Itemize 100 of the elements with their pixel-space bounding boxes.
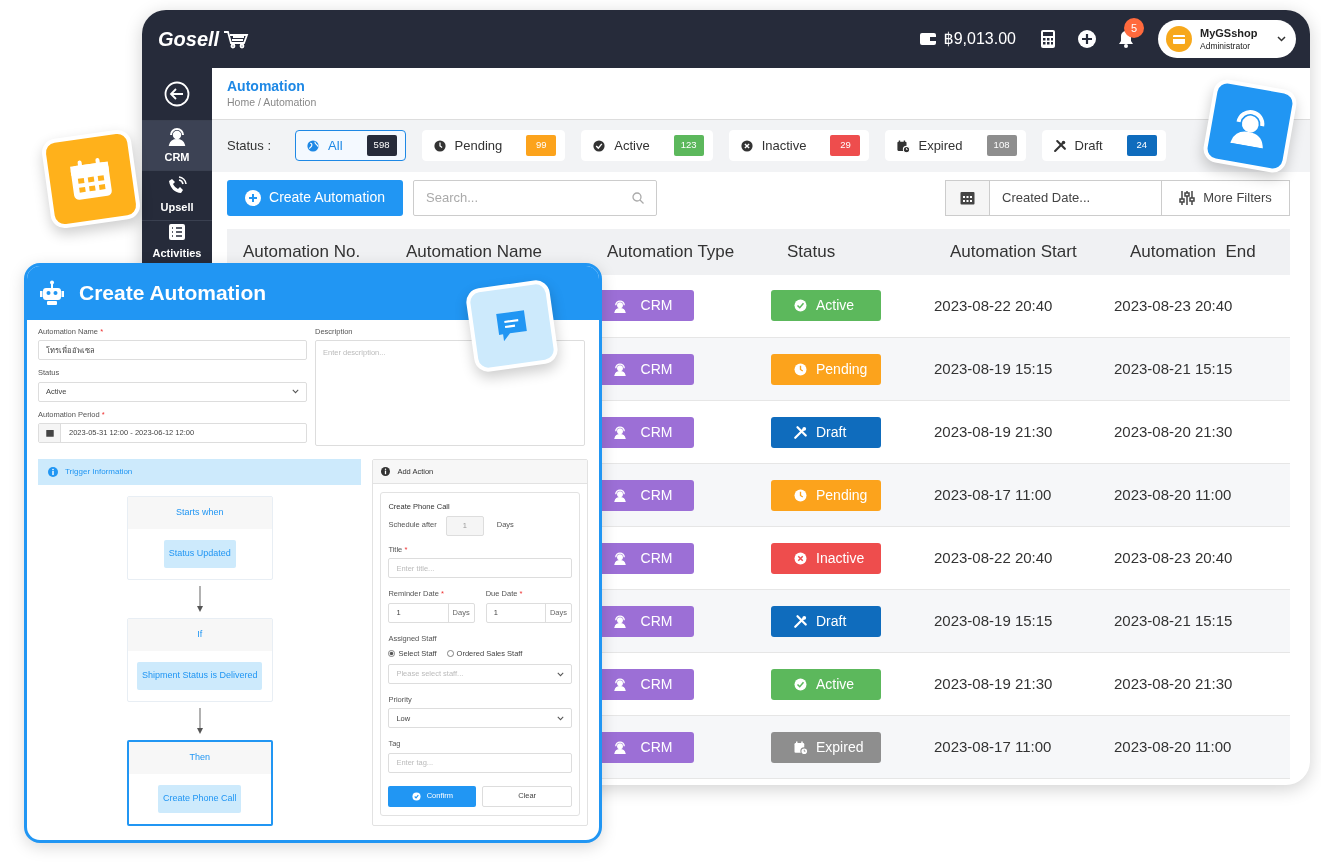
chevron-down-icon [557, 715, 564, 721]
down-arrow-icon [196, 585, 203, 612]
search-icon [632, 191, 644, 204]
status-filter-tab[interactable]: All 598 [295, 130, 406, 162]
status-badge: Expired [771, 731, 881, 763]
sliders-icon [1179, 189, 1196, 206]
table-cell: 2023-08-21 15:15 [1114, 359, 1233, 377]
more-filters-button[interactable]: More Filters [1162, 179, 1290, 216]
status-badge: Draft [771, 605, 881, 637]
table-cell: 2023-08-22 20:40 [934, 296, 1053, 314]
headset-icon [612, 425, 627, 440]
clock-icon [432, 138, 447, 153]
headset-icon [612, 362, 627, 377]
status-badge: Pending [771, 353, 881, 385]
table-cell: 2023-08-20 11:00 [1114, 737, 1232, 755]
user-role: Administrator [1200, 40, 1252, 51]
chevron-down-icon [1277, 36, 1286, 42]
robot-icon [39, 280, 65, 306]
status-badge: Inactive [771, 542, 881, 574]
status-badge: Active [771, 290, 881, 322]
check-circle-icon [793, 298, 808, 314]
table-cell: 2023-08-20 21:30 [1114, 674, 1233, 692]
column-header: Automation End [1130, 241, 1256, 261]
flow-step-heading: If [127, 618, 272, 651]
count-badge: 123 [673, 135, 704, 156]
flow-step-heading: Starts when [127, 496, 272, 529]
check-circle-icon [411, 791, 421, 801]
count-badge: 598 [366, 135, 397, 156]
info-banner: Trigger Information [38, 458, 362, 485]
headset-icon [612, 614, 627, 629]
clock-icon [793, 487, 808, 503]
flow-step-heading: Then [128, 741, 271, 774]
phone-icon [167, 175, 187, 196]
status-filter-tab[interactable]: Active 123 [581, 130, 713, 162]
column-header: Automation Type [607, 241, 735, 261]
user-name: MyGSshop [1200, 27, 1259, 41]
table-cell: 2023-08-23 20:40 [1114, 548, 1233, 566]
info-icon [381, 466, 391, 476]
check-circle-icon [793, 676, 808, 692]
x-circle-icon [739, 138, 754, 153]
table-cell: 2023-08-22 20:40 [934, 548, 1053, 566]
page-title: Automation [227, 78, 306, 95]
count-badge: 99 [526, 135, 557, 156]
calendar-clock-icon [896, 138, 911, 153]
table-cell: 2023-08-20 21:30 [1114, 422, 1233, 440]
info-icon [48, 466, 58, 477]
status-filter-tab[interactable]: Pending 99 [421, 130, 566, 162]
headset-icon [167, 125, 187, 146]
table-cell: 2023-08-23 20:40 [1114, 296, 1233, 314]
column-header: Automation Start [950, 241, 1077, 261]
headset-icon [612, 488, 627, 503]
store-avatar-icon [1166, 26, 1192, 52]
table-cell: 2023-08-19 21:30 [934, 422, 1053, 440]
table-cell: 2023-08-17 11:00 [934, 485, 1052, 503]
wallet-icon [919, 32, 936, 46]
count-badge: 29 [830, 135, 861, 156]
panel-title: Create Automation [79, 280, 267, 307]
plus-circle-icon[interactable] [1078, 30, 1096, 48]
checklist-icon [167, 222, 187, 243]
calculator-icon[interactable] [1040, 30, 1056, 48]
table-cell: 2023-08-19 15:15 [934, 359, 1053, 377]
count-badge: 108 [986, 135, 1017, 156]
cart-icon [223, 29, 250, 49]
table-cell: 2023-08-21 15:15 [1114, 611, 1233, 629]
check-circle-icon [592, 138, 607, 153]
status-badge: Pending [771, 479, 881, 511]
status-filter-tab[interactable]: Expired 108 [885, 130, 1026, 162]
headset-icon [612, 298, 627, 313]
balance-amount: ฿9,013.00 [943, 29, 1016, 49]
table-cell: 2023-08-19 21:30 [934, 674, 1053, 692]
headset-icon [612, 677, 627, 692]
globe-icon [306, 138, 321, 153]
sidebar-item[interactable]: Upsell [142, 170, 212, 220]
chevron-down-icon [292, 389, 299, 394]
user-menu[interactable]: MyGSshop Administrator [1158, 20, 1296, 58]
sidebar-item[interactable]: CRM [142, 120, 212, 170]
table-cell: 2023-08-20 11:00 [1114, 485, 1232, 503]
column-header: Automation Name [406, 241, 543, 261]
chevron-down-icon [557, 671, 564, 677]
headset-icon [612, 551, 627, 566]
radio-button[interactable] [446, 649, 454, 657]
status-badge: Draft [771, 416, 881, 448]
status-filter-tab[interactable]: Inactive 29 [728, 130, 870, 162]
breadcrumb: Home / Automation [227, 94, 318, 110]
table-cell: 2023-08-19 15:15 [934, 611, 1053, 629]
status-filter-tab[interactable]: Draft 24 [1041, 130, 1166, 162]
down-arrow-icon [196, 707, 203, 734]
count-badge: 24 [1126, 135, 1157, 156]
notification-badge: 5 [1124, 18, 1144, 38]
table-cell: 2023-08-17 11:00 [934, 737, 1052, 755]
status-badge: Active [771, 668, 881, 700]
date-filter-field[interactable]: Created Date... [990, 179, 1162, 216]
plus-circle-icon [245, 189, 261, 206]
calendar-clock-icon [793, 739, 808, 755]
column-header: Status [787, 241, 836, 261]
logo-text: Gosell [158, 27, 220, 52]
radio-button[interactable] [388, 649, 396, 657]
x-circle-icon [793, 550, 808, 566]
headset-icon [612, 740, 627, 755]
clock-icon [793, 361, 808, 377]
